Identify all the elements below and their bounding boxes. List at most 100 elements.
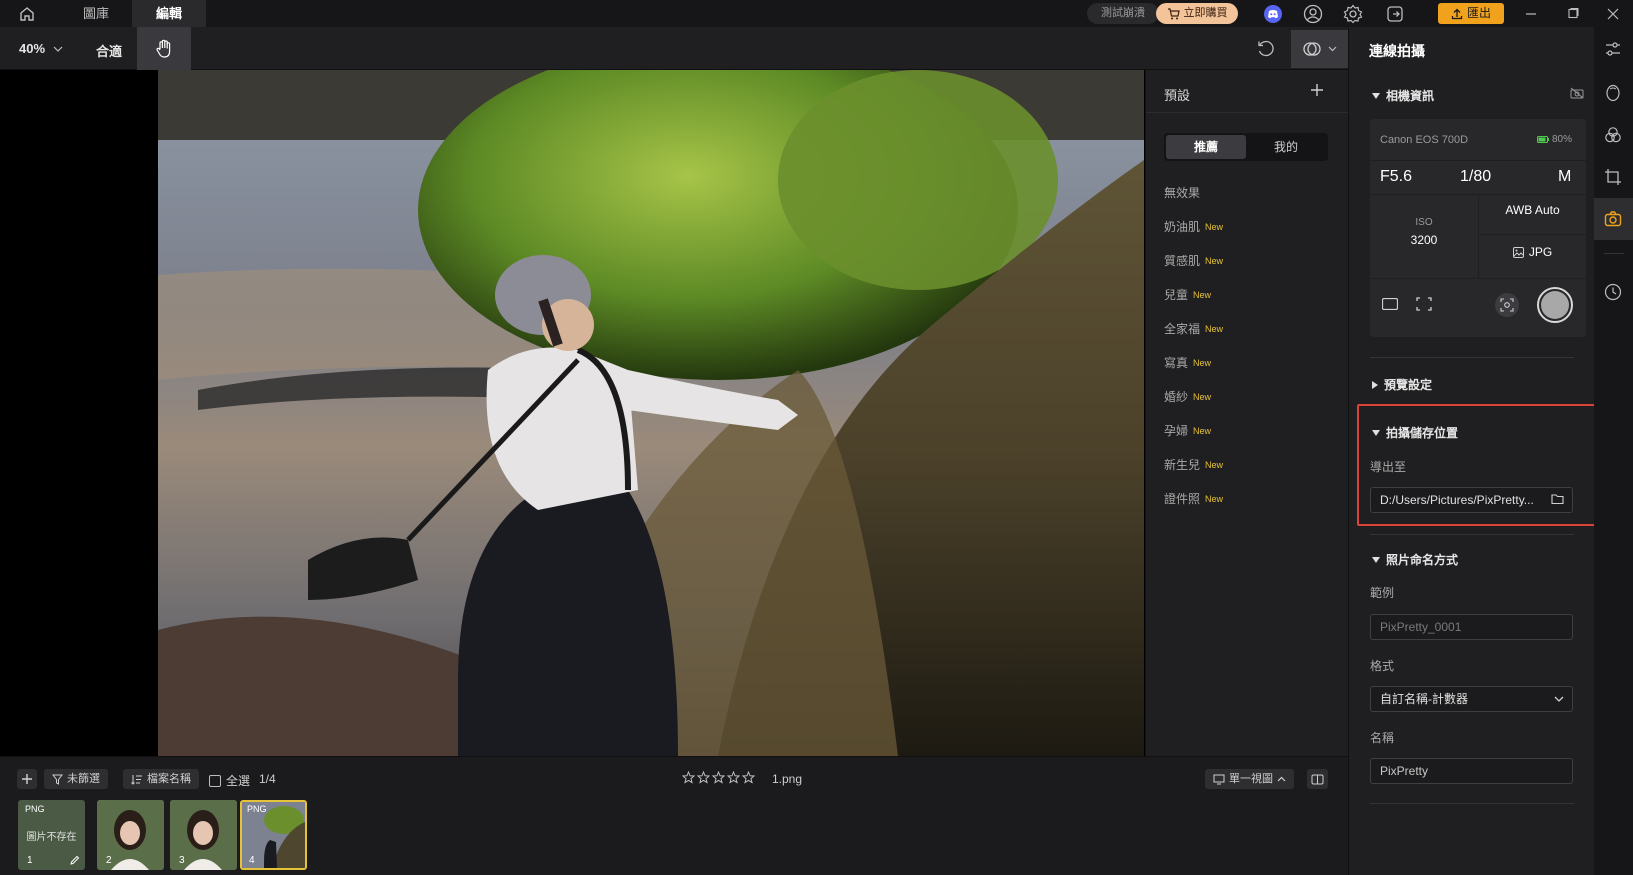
image-format[interactable]: JPG (1479, 245, 1586, 259)
name-input[interactable]: PixPretty (1370, 758, 1573, 784)
compare-view-button[interactable] (1291, 30, 1348, 68)
thumb-index: 4 (249, 855, 255, 866)
preset-label: 無效果 (1164, 186, 1201, 200)
adjust-sliders-icon[interactable] (1604, 40, 1622, 58)
sort-label: 檔案名稱 (147, 773, 191, 785)
shutter-value[interactable]: 1/80 (1460, 168, 1491, 186)
buy-now-button[interactable]: 立即購買 (1156, 3, 1238, 24)
thumbnail-2[interactable]: 2 (97, 800, 164, 870)
export-button[interactable]: 匯出 (1438, 3, 1504, 24)
face-retouch-icon[interactable] (1604, 84, 1622, 102)
photo-naming-title: 照片命名方式 (1386, 553, 1459, 567)
tab-mine[interactable]: 我的 (1246, 135, 1326, 159)
preset-item[interactable]: 無效果 (1164, 184, 1200, 201)
edit-pencil-icon (69, 855, 80, 866)
sort-by-filename-button[interactable]: 檔案名稱 (123, 769, 199, 789)
iso-value[interactable]: 3200 (1370, 233, 1478, 247)
preset-item[interactable]: 婚紗 New (1164, 388, 1211, 405)
crop-icon[interactable] (1604, 168, 1622, 186)
tab-edit[interactable]: 編輯 (132, 0, 206, 27)
preset-label: 新生兒 (1164, 458, 1201, 472)
photo-naming-header[interactable]: 照片命名方式 (1372, 551, 1458, 568)
thumb-index: 1 (27, 855, 33, 866)
crop-frame-icon[interactable] (1416, 297, 1432, 311)
star-icon[interactable] (727, 771, 740, 784)
new-badge: New (1205, 494, 1224, 504)
minimize-icon[interactable] (1520, 3, 1542, 25)
thumb-format-badge: PNG (247, 804, 267, 814)
new-badge: New (1205, 460, 1224, 470)
preset-item[interactable]: 質感肌 New (1164, 252, 1223, 269)
close-icon[interactable] (1602, 3, 1624, 25)
thumbnail-4-selected[interactable]: PNG 4 (240, 800, 307, 870)
chevron-down-icon (53, 46, 63, 52)
thumbnail-3[interactable]: 3 (170, 800, 237, 870)
format-label: 格式 (1370, 659, 1395, 673)
star-icon[interactable] (742, 771, 755, 784)
star-rating[interactable] (682, 771, 755, 784)
section-divider (1370, 534, 1574, 535)
add-image-button[interactable] (17, 769, 37, 789)
maximize-icon[interactable] (1562, 3, 1584, 25)
name-value: PixPretty (1380, 764, 1429, 778)
sign-in-icon[interactable] (1384, 3, 1406, 25)
filter-label: 未篩選 (67, 773, 100, 785)
single-frame-icon[interactable] (1382, 298, 1398, 310)
star-icon[interactable] (697, 771, 710, 784)
aperture-value[interactable]: F5.6 (1380, 168, 1412, 186)
fit-button[interactable]: 合適 (96, 41, 122, 60)
export-to-label: 導出至 (1370, 460, 1407, 474)
camera-model: Canon EOS 700D (1380, 134, 1469, 146)
color-filters-icon[interactable] (1604, 126, 1622, 144)
tab-library[interactable]: 圖庫 (60, 0, 132, 27)
preset-item[interactable]: 奶油肌 New (1164, 218, 1223, 235)
select-all-checkbox[interactable]: 全選 (209, 772, 250, 789)
filter-button[interactable]: 未篩選 (44, 769, 108, 789)
preview-settings-header[interactable]: 預覽設定 (1372, 376, 1432, 393)
new-badge: New (1193, 426, 1212, 436)
folder-icon[interactable] (1551, 493, 1564, 505)
star-icon[interactable] (682, 771, 695, 784)
exposure-mode[interactable]: M (1558, 168, 1571, 186)
export-label: 匯出 (1466, 6, 1491, 20)
reset-rotate-icon[interactable] (1256, 39, 1276, 59)
discord-icon[interactable] (1262, 3, 1284, 25)
export-path-value: D:/Users/Pictures/PixPretty... (1380, 493, 1534, 507)
autofocus-button[interactable] (1495, 293, 1519, 317)
chevron-down-icon (1554, 696, 1564, 702)
presets-divider (1146, 112, 1348, 113)
history-clock-icon[interactable] (1604, 283, 1622, 301)
export-path-field[interactable]: D:/Users/Pictures/PixPretty... (1370, 487, 1573, 513)
hand-tool-button[interactable] (137, 27, 191, 70)
camera-info-header[interactable]: 相機資訊 (1372, 87, 1434, 104)
star-icon[interactable] (712, 771, 725, 784)
preset-item[interactable]: 兒童 New (1164, 286, 1211, 303)
home-icon[interactable] (16, 3, 38, 25)
preset-item[interactable]: 孕婦 New (1164, 422, 1211, 439)
storage-location-header[interactable]: 拍攝儲存位置 (1372, 424, 1458, 441)
split-view-button[interactable] (1307, 769, 1328, 789)
preset-item[interactable]: 全家福 New (1164, 320, 1223, 337)
rail-divider (1604, 253, 1624, 254)
shutter-button[interactable] (1537, 287, 1573, 323)
card-divider (1479, 234, 1586, 235)
test-crash-button[interactable]: 測試崩潰 (1087, 3, 1159, 24)
camera-info-title: 相機資訊 (1386, 89, 1435, 103)
thumb-index: 2 (106, 855, 112, 866)
add-preset-icon[interactable] (1310, 83, 1324, 97)
preset-item[interactable]: 新生兒 New (1164, 456, 1223, 473)
white-balance[interactable]: AWB Auto (1479, 203, 1586, 217)
single-view-dropdown[interactable]: 單一視圖 (1205, 769, 1294, 789)
new-badge: New (1193, 392, 1212, 402)
tethered-camera-icon[interactable] (1604, 210, 1622, 228)
preset-item[interactable]: 寫真 New (1164, 354, 1211, 371)
thumbnail-1[interactable]: PNG 圖片不存在 1 (18, 800, 85, 870)
tab-recommended[interactable]: 推薦 (1166, 135, 1246, 159)
naming-format-select[interactable]: 自訂名稱-計數器 (1370, 686, 1573, 712)
settings-gear-icon[interactable] (1342, 3, 1364, 25)
zoom-dropdown[interactable]: 40% (19, 41, 63, 56)
camera-disconnected-icon[interactable] (1570, 87, 1584, 99)
preset-item[interactable]: 證件照 New (1164, 490, 1223, 507)
account-icon[interactable] (1302, 3, 1324, 25)
selection-count: 1/4 (259, 772, 276, 786)
